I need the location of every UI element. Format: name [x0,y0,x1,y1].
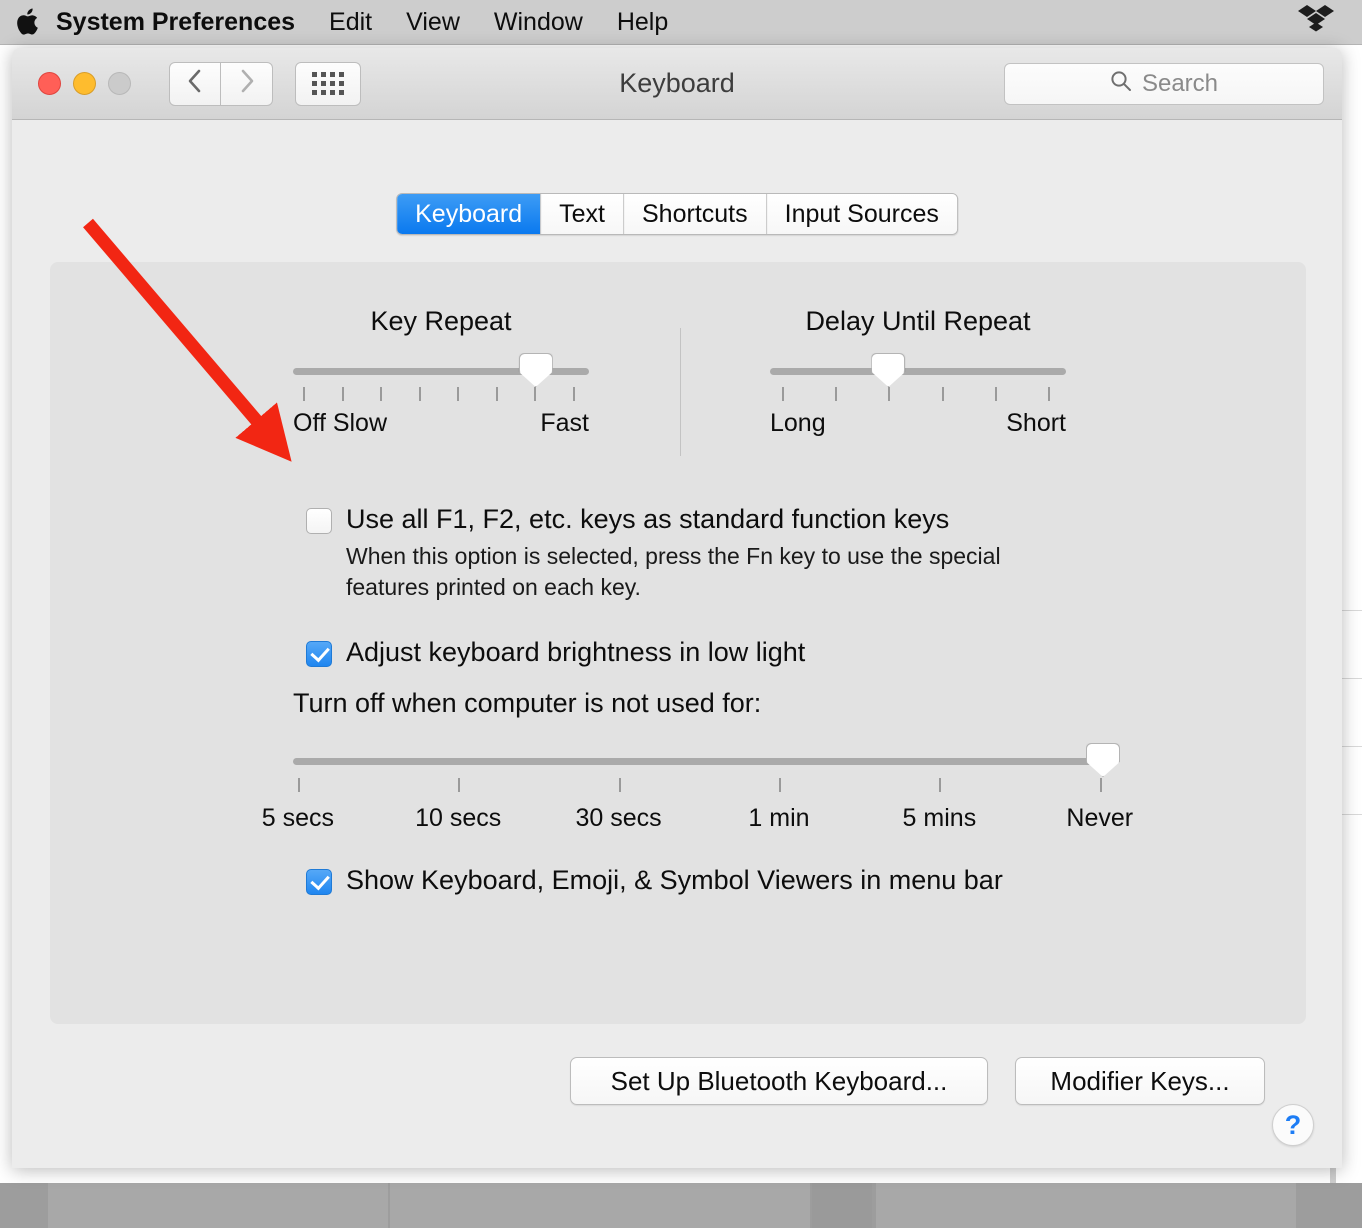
viewers-checkbox[interactable] [306,869,332,895]
menu-item-window[interactable]: Window [494,9,583,35]
menu-item-help[interactable]: Help [617,9,668,35]
key-repeat-left-label: Off Slow [293,409,388,437]
fn-keys-label: Use all F1, F2, etc. keys as standard fu… [346,504,950,534]
tab-keyboard[interactable]: Keyboard [397,194,541,234]
delay-until-repeat-slider[interactable]: Long Short [770,353,1066,461]
apple-logo-icon[interactable] [14,7,40,37]
search-field[interactable]: Search [1004,62,1324,105]
fn-keys-description: When this option is selected, press the … [346,543,1001,601]
dock[interactable] [0,1183,1362,1228]
keyboard-settings-panel: Key Repeat Off Slow Fast Delay Until Rep… [50,262,1306,1105]
minimize-button[interactable] [73,72,96,95]
menu-bar: System Preferences Edit View Window Help [0,0,1362,45]
viewers-row: Show Keyboard, Emoji, & Symbol Viewers i… [306,865,1003,896]
dropbox-icon[interactable] [1298,3,1334,42]
key-repeat-thumb[interactable] [518,353,553,387]
key-repeat-group: Key Repeat Off Slow Fast [293,306,589,461]
brightness-checkbox[interactable] [306,641,332,667]
turn-off-slider[interactable] [293,743,1120,798]
delay-until-repeat-title: Delay Until Repeat [805,306,1031,336]
modifier-keys-button[interactable]: Modifier Keys... [1015,1057,1265,1105]
forward-button[interactable] [221,61,273,106]
tab-bar: Keyboard Text Shortcuts Input Sources [396,193,958,235]
preference-pane-content: Keyboard Text Shortcuts Input Sources Ke… [12,120,1342,1168]
turn-off-track [293,758,1103,765]
delay-left-label: Long [770,409,826,437]
zoom-button[interactable] [108,72,131,95]
turn-off-ticks [293,778,1103,792]
turn-off-tick-label: 30 secs [575,804,662,832]
grid-icon [312,72,344,95]
close-button[interactable] [38,72,61,95]
back-button[interactable] [169,61,221,106]
menu-item-system-preferences[interactable]: System Preferences [56,9,295,35]
turn-off-tick-label: 1 min [748,804,810,832]
turn-off-tick-label: Never [1066,804,1134,832]
tab-input-sources[interactable]: Input Sources [765,194,957,234]
turn-off-tick-label: 5 mins [902,804,977,832]
screen: En " s th n" i av e ng System Preference… [0,0,1362,1228]
help-button[interactable]: ? [1272,1104,1314,1146]
search-placeholder: Search [1141,69,1219,97]
brightness-label: Adjust keyboard brightness in low light [346,637,806,667]
viewers-label: Show Keyboard, Emoji, & Symbol Viewers i… [346,865,1003,895]
turn-off-tick-labels: 5 secs 10 secs 30 secs 1 min 5 mins Neve… [262,804,1133,836]
brightness-row: Adjust keyboard brightness in low light [306,637,805,668]
key-repeat-ticks [293,387,589,401]
set-up-bluetooth-keyboard-button[interactable]: Set Up Bluetooth Keyboard... [570,1057,988,1105]
delay-until-repeat-ticks [770,387,1066,401]
traffic-lights [38,72,131,95]
slider-divider [680,328,681,456]
tab-shortcuts[interactable]: Shortcuts [623,194,766,234]
system-preferences-window: Keyboard Search Keyboard Text Shortcuts … [12,48,1342,1168]
turn-off-thumb[interactable] [1086,743,1120,777]
show-all-button[interactable] [295,61,361,106]
turn-off-tick-label: 5 secs [261,804,334,832]
menu-item-view[interactable]: View [406,9,460,35]
fn-keys-checkbox[interactable] [306,508,332,534]
navigation-buttons [169,61,273,106]
delay-right-label: Short [1006,409,1066,437]
delay-until-repeat-group: Delay Until Repeat Long Short [770,306,1066,461]
delay-until-repeat-track [770,368,1066,375]
key-repeat-slider[interactable]: Off Slow Fast [293,353,589,461]
window-titlebar: Keyboard Search [12,48,1342,120]
delay-until-repeat-thumb[interactable] [871,353,906,387]
forward-chevron-icon [238,68,256,99]
search-icon [1110,70,1132,97]
turn-off-tick-label: 10 secs [415,804,502,832]
menu-item-edit[interactable]: Edit [329,9,372,35]
fn-keys-row: Use all F1, F2, etc. keys as standard fu… [306,504,1086,603]
key-repeat-right-label: Fast [540,409,589,437]
key-repeat-title: Key Repeat [370,306,512,336]
turn-off-label: Turn off when computer is not used for: [293,688,762,718]
back-chevron-icon [186,68,204,99]
tab-text[interactable]: Text [540,194,624,234]
